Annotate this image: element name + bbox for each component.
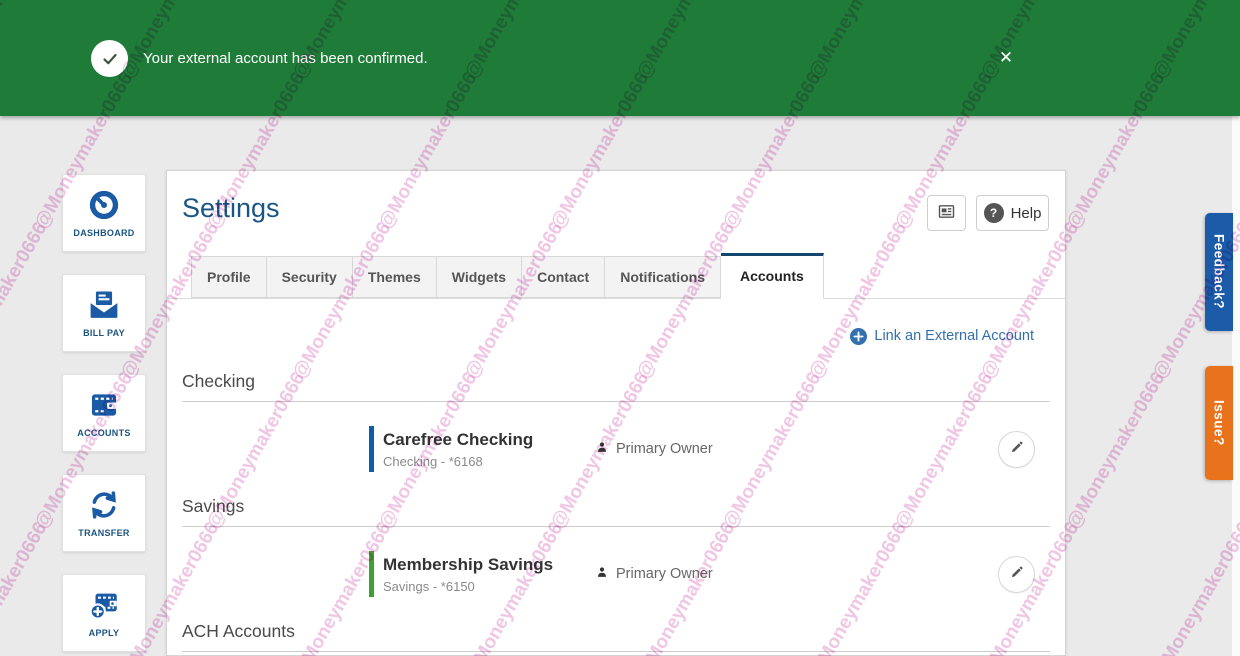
pencil-icon: [1008, 564, 1025, 584]
sidebar-item-label: DASHBOARD: [73, 228, 134, 238]
owner-role-label: Primary Owner: [616, 441, 713, 457]
settings-panel: Settings ? Help Profile Security Themes …: [166, 170, 1066, 656]
account-name: Membership Savings: [383, 555, 595, 575]
issue-tab[interactable]: Issue?: [1205, 366, 1233, 480]
tab-accounts[interactable]: Accounts: [721, 253, 824, 299]
tab-profile[interactable]: Profile: [191, 256, 267, 298]
person-icon: [595, 565, 609, 584]
account-owner: Primary Owner: [595, 440, 998, 459]
account-color-bar: [369, 426, 374, 472]
banner-message: Your external account has been confirmed…: [143, 50, 428, 67]
account-name: Carefree Checking: [383, 430, 595, 450]
account-owner: Primary Owner: [595, 565, 998, 584]
sidebar-item-label: ACCOUNTS: [77, 428, 130, 438]
link-external-account-label: Link an External Account: [874, 328, 1034, 344]
page-title: Settings: [182, 193, 280, 224]
account-info: Carefree Checking Checking - *6168: [383, 430, 595, 469]
account-color-bar: [369, 551, 374, 597]
question-icon: ?: [984, 203, 1004, 223]
person-icon: [595, 440, 609, 459]
section-title-checking: Checking: [182, 371, 1050, 391]
watermark-text: @Moneymaker0666: [0, 519, 52, 656]
owner-role-label: Primary Owner: [616, 566, 713, 582]
tab-themes[interactable]: Themes: [353, 256, 437, 298]
divider: [182, 651, 1050, 652]
feedback-tab[interactable]: Feedback?: [1205, 213, 1233, 331]
edit-account-button[interactable]: [998, 431, 1035, 468]
sidebar-item-apply[interactable]: APPLY: [62, 574, 146, 652]
sidebar-item-label: BILL PAY: [83, 328, 125, 338]
account-row-checking: Carefree Checking Checking - *6168 Prima…: [182, 402, 1050, 496]
sidebar-item-accounts[interactable]: ACCOUNTS: [62, 374, 146, 452]
watermark-text: @Moneymaker0666: [1149, 519, 1240, 656]
section-title-savings: Savings: [182, 496, 1050, 516]
sidebar-item-bill-pay[interactable]: BILL PAY: [62, 274, 146, 352]
scrollbar-track: [1232, 116, 1240, 656]
account-info: Membership Savings Savings - *6150: [383, 555, 595, 594]
newspaper-icon: [936, 201, 957, 225]
pencil-icon: [1008, 439, 1025, 459]
tab-widgets[interactable]: Widgets: [437, 256, 522, 298]
news-button[interactable]: [927, 195, 966, 231]
help-button[interactable]: ? Help: [976, 195, 1049, 231]
settings-tabs: Profile Security Themes Widgets Contact …: [167, 256, 1065, 299]
help-label: Help: [1011, 205, 1042, 222]
tab-security[interactable]: Security: [267, 256, 353, 298]
sidebar-item-dashboard[interactable]: DASHBOARD: [62, 174, 146, 252]
account-row-savings: Membership Savings Savings - *6150 Prima…: [182, 527, 1050, 621]
section-title-ach-accounts: ACH Accounts: [182, 621, 1050, 641]
wallet-icon: [86, 385, 122, 425]
check-icon: [91, 40, 128, 77]
accounts-tab-content: Link an External Account Checking Carefr…: [182, 299, 1050, 652]
tab-contact[interactable]: Contact: [522, 256, 605, 298]
close-icon[interactable]: ✕: [992, 44, 1020, 72]
transfer-icon: [86, 485, 122, 525]
watermark-text: @Moneymaker0666: [0, 219, 52, 383]
edit-account-button[interactable]: [998, 556, 1035, 593]
sidebar-item-transfer[interactable]: TRANSFER: [62, 474, 146, 552]
link-external-account-button[interactable]: Link an External Account: [182, 325, 1034, 347]
account-detail: Savings - *6150: [383, 579, 595, 594]
apply-icon: [86, 585, 122, 625]
tab-notifications[interactable]: Notifications: [605, 256, 721, 298]
plus-icon: [850, 328, 867, 345]
bill-pay-icon: [86, 285, 122, 325]
account-detail: Checking - *6168: [383, 454, 595, 469]
watermark-text: @Moneymaker0666: [1063, 369, 1171, 533]
success-banner: Your external account has been confirmed…: [0, 0, 1240, 116]
sidebar-item-label: APPLY: [89, 628, 120, 638]
sidebar-item-label: TRANSFER: [78, 528, 129, 538]
gauge-icon: [86, 185, 122, 225]
